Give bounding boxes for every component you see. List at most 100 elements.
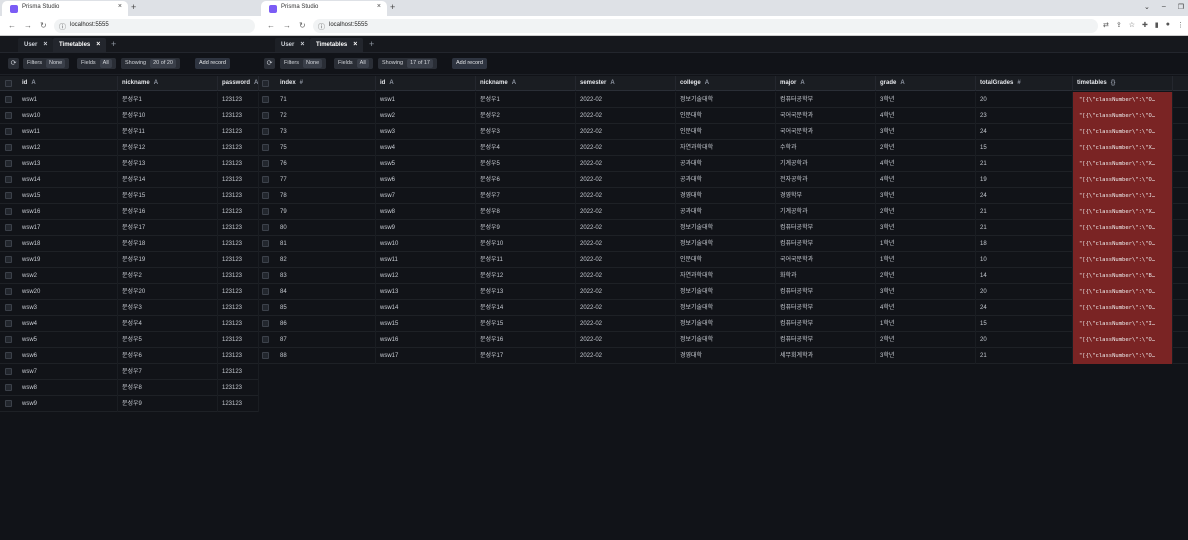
cell-nickname[interactable]: 문성우11	[118, 124, 218, 140]
cell-nickname[interactable]: 문성우5	[118, 332, 218, 348]
row-checkbox[interactable]	[262, 112, 269, 119]
cell-semester[interactable]: 2022-02	[576, 188, 676, 204]
cell-index[interactable]: 72	[276, 108, 376, 124]
cell-nickname[interactable]: 문성우13	[118, 156, 218, 172]
cell-id[interactable]: wsw19	[18, 252, 118, 268]
browser-tab[interactable]: Prisma Studio ×	[2, 1, 128, 16]
cell-id[interactable]: wsw2	[18, 268, 118, 284]
row-checkbox[interactable]	[5, 288, 12, 295]
cell-totalgrades[interactable]: 21	[976, 204, 1073, 220]
table-row[interactable]: wsw16 문성우16 123123	[0, 204, 259, 220]
cell-timetables[interactable]: "[{\"classNumber\":\"I…	[1073, 316, 1173, 332]
cell-nickname[interactable]: 문성우7	[118, 364, 218, 380]
cell-index[interactable]: 71	[276, 92, 376, 108]
showing-button[interactable]: Showing 17 of 17	[378, 58, 437, 69]
menu-icon[interactable]: ⋮	[1177, 21, 1184, 29]
column-header-nickname[interactable]: nickname A	[476, 76, 576, 91]
cell-major[interactable]: 컴퓨터공학부	[776, 92, 876, 108]
cell-major[interactable]: 화학과	[776, 268, 876, 284]
cell-index[interactable]: 88	[276, 348, 376, 364]
cell-password[interactable]: 123123	[218, 348, 259, 364]
cell-grade[interactable]: 3학년	[876, 92, 976, 108]
forward-icon[interactable]: →	[283, 21, 291, 30]
row-checkbox[interactable]	[5, 368, 12, 375]
cell-nickname[interactable]: 문성우13	[476, 284, 576, 300]
cell-id[interactable]: wsw1	[18, 92, 118, 108]
tab-search-icon[interactable]: ⌄	[1144, 3, 1150, 11]
cell-nickname[interactable]: 문성우10	[118, 108, 218, 124]
cell-id[interactable]: wsw6	[18, 348, 118, 364]
cell-index[interactable]: 82	[276, 252, 376, 268]
row-checkbox[interactable]	[262, 304, 269, 311]
row-checkbox[interactable]	[262, 256, 269, 263]
cell-semester[interactable]: 2022-02	[576, 140, 676, 156]
table-row[interactable]: 78 wsw7 문성우7 2022-02 경영대학 경영학부 3학년 24 "[{\"class…	[259, 188, 1188, 204]
row-checkbox[interactable]	[5, 112, 12, 119]
cell-nickname[interactable]: 문성우4	[118, 316, 218, 332]
cell-totalgrades[interactable]: 21	[976, 220, 1073, 236]
cell-semester[interactable]: 2022-02	[576, 284, 676, 300]
table-row[interactable]: 79 wsw8 문성우8 2022-02 공과대학 기계공학과 2학년 21 "[{\"clas…	[259, 204, 1188, 220]
cell-index[interactable]: 76	[276, 156, 376, 172]
cell-semester[interactable]: 2022-02	[576, 332, 676, 348]
cell-nickname[interactable]: 문성우15	[476, 316, 576, 332]
tab-timetables[interactable]: Timetables ×	[53, 38, 107, 52]
cell-id[interactable]: wsw4	[18, 316, 118, 332]
table-row[interactable]: wsw11 문성우11 123123	[0, 124, 259, 140]
cell-semester[interactable]: 2022-02	[576, 252, 676, 268]
cell-major[interactable]: 경영학부	[776, 188, 876, 204]
row-checkbox[interactable]	[262, 96, 269, 103]
extensions-icon[interactable]: ✚	[1142, 21, 1148, 29]
table-row[interactable]: 87 wsw16 문성우16 2022-02 정보기술대학 컴퓨터공학부 2학년 20 "[{\…	[259, 332, 1188, 348]
table-row[interactable]: 73 wsw3 문성우3 2022-02 인문대학 국어국문학과 3학년 24 "[{\"cla…	[259, 124, 1188, 140]
cell-semester[interactable]: 2022-02	[576, 316, 676, 332]
cell-id[interactable]: wsw3	[18, 300, 118, 316]
cell-nickname[interactable]: 문성우8	[476, 204, 576, 220]
cell-totalgrades[interactable]: 18	[976, 236, 1073, 252]
row-checkbox[interactable]	[262, 288, 269, 295]
add-record-button[interactable]: Add record	[452, 58, 487, 69]
cell-totalgrades[interactable]: 15	[976, 316, 1073, 332]
cell-password[interactable]: 123123	[218, 156, 259, 172]
table-row[interactable]: wsw9 문성우9 123123	[0, 396, 259, 412]
table-row[interactable]: 82 wsw11 문성우11 2022-02 인문대학 국어국문학과 1학년 10 "[{\"c…	[259, 252, 1188, 268]
cell-timetables[interactable]: "[{\"classNumber\":\"J…	[1073, 188, 1173, 204]
cell-password[interactable]: 123123	[218, 396, 259, 412]
bookmark-star-icon[interactable]: ☆	[1129, 21, 1135, 29]
table-row[interactable]: wsw10 문성우10 123123	[0, 108, 259, 124]
table-row[interactable]: wsw8 문성우8 123123	[0, 380, 259, 396]
cell-password[interactable]: 123123	[218, 92, 259, 108]
cell-major[interactable]: 컴퓨터공학부	[776, 332, 876, 348]
cell-timetables[interactable]: "[{\"classNumber\":\"X…	[1073, 156, 1173, 172]
table-row[interactable]: 75 wsw4 문성우4 2022-02 자연과학대학 수학과 2학년 15 "[{\"clas…	[259, 140, 1188, 156]
cell-college[interactable]: 자연과학대학	[676, 268, 776, 284]
cell-timetables[interactable]: "[{\"classNumber\":\"O…	[1073, 124, 1173, 140]
cell-grade[interactable]: 2학년	[876, 140, 976, 156]
table-row[interactable]: wsw18 문성우18 123123	[0, 236, 259, 252]
cell-major[interactable]: 기계공학과	[776, 204, 876, 220]
close-tab-icon[interactable]: ×	[118, 3, 122, 10]
select-all-checkbox[interactable]	[262, 80, 269, 87]
column-header-id[interactable]: id A	[376, 76, 476, 91]
table-row[interactable]: wsw6 문성우6 123123	[0, 348, 259, 364]
cell-index[interactable]: 85	[276, 300, 376, 316]
cell-timetables[interactable]: "[{\"classNumber\":\"O…	[1073, 236, 1173, 252]
cell-major[interactable]: 컴퓨터공학부	[776, 220, 876, 236]
cell-major[interactable]: 국어국문학과	[776, 108, 876, 124]
cell-grade[interactable]: 2학년	[876, 268, 976, 284]
row-checkbox[interactable]	[5, 160, 12, 167]
profile-icon[interactable]: ●	[1166, 21, 1170, 29]
cell-id[interactable]: wsw14	[376, 300, 476, 316]
cell-id[interactable]: wsw7	[18, 364, 118, 380]
cell-id[interactable]: wsw15	[18, 188, 118, 204]
cell-nickname[interactable]: 문성우16	[476, 332, 576, 348]
restore-icon[interactable]: ❐	[1178, 3, 1184, 11]
cell-college[interactable]: 인문대학	[676, 108, 776, 124]
cell-grade[interactable]: 4학년	[876, 156, 976, 172]
cell-timetables[interactable]: "[{\"classNumber\":\"O…	[1073, 108, 1173, 124]
cell-id[interactable]: wsw20	[18, 284, 118, 300]
cell-id[interactable]: wsw15	[376, 316, 476, 332]
table-row[interactable]: wsw2 문성우2 123123	[0, 268, 259, 284]
table-row[interactable]: 76 wsw5 문성우5 2022-02 공과대학 기계공학과 4학년 21 "[{\"clas…	[259, 156, 1188, 172]
reload-icon[interactable]: ↻	[299, 21, 306, 30]
